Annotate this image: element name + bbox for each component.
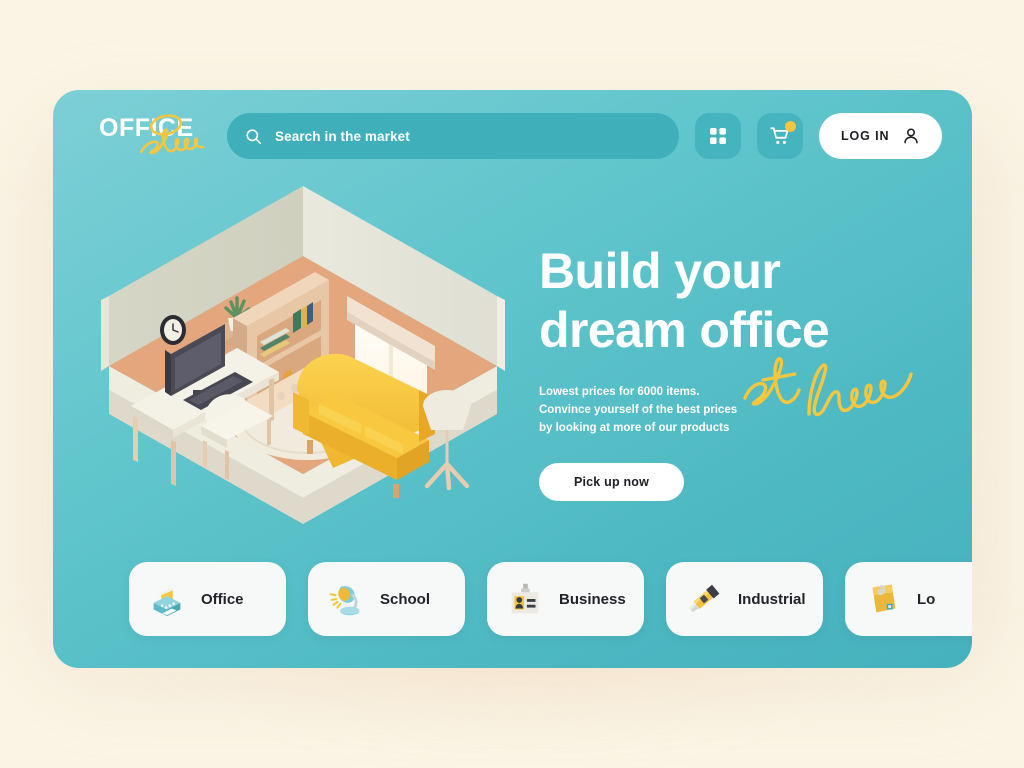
- fax-printer-icon: [145, 577, 189, 621]
- category-card-logistics[interactable]: Lo: [845, 562, 972, 636]
- hero-card: OFFICE Search in the market LOG IN Build…: [53, 90, 972, 668]
- hero-headline-line2: dream office: [539, 302, 830, 358]
- hero-subcopy-line3: by looking at more of our products: [539, 421, 730, 434]
- category-card-business[interactable]: Business: [487, 562, 644, 636]
- search-placeholder-text: Search in the market: [275, 128, 410, 144]
- hero-headline-line1: Build your: [539, 243, 781, 299]
- hero-subcopy-line2: Convince yourself of the best prices: [539, 403, 738, 416]
- pick-up-now-button[interactable]: Pick up now: [539, 463, 684, 502]
- site-logo[interactable]: OFFICE: [99, 108, 211, 164]
- user-person-icon: [904, 128, 919, 144]
- category-label: Office: [201, 590, 244, 608]
- id-badge-icon: [503, 577, 547, 621]
- category-label: Business: [559, 590, 626, 608]
- category-card-school[interactable]: School: [308, 562, 465, 636]
- logo-main-text: OFFICE: [99, 114, 194, 142]
- category-card-industrial[interactable]: Industrial: [666, 562, 823, 636]
- login-button-label: LOG IN: [841, 129, 890, 143]
- login-button[interactable]: LOG IN: [819, 113, 943, 159]
- isometric-home-office-illustration: [101, 186, 505, 524]
- grid-apps-button[interactable]: [695, 113, 741, 159]
- grid-apps-icon: [710, 128, 726, 144]
- hero-copy-block: Build your dream office Lowest prices fo…: [539, 242, 939, 502]
- search-input[interactable]: Search in the market: [227, 113, 679, 159]
- hero-subcopy: Lowest prices for 6000 items. Convince y…: [539, 384, 939, 437]
- cart-badge: [785, 121, 796, 132]
- yellow-folder-envelope-icon: [861, 577, 905, 621]
- pick-up-now-label: Pick up now: [573, 475, 650, 490]
- search-icon: [246, 128, 262, 144]
- category-card-office[interactable]: Office: [129, 562, 286, 636]
- box-cutter-icon: [682, 577, 726, 621]
- hero-headline: Build your dream office: [539, 242, 939, 360]
- category-label: School: [380, 590, 431, 608]
- hero-subcopy-line1: Lowest prices for 6000 items.: [539, 386, 700, 398]
- category-strip: Office School Business Industrial Lo: [129, 562, 972, 636]
- category-label: Lo: [917, 590, 936, 608]
- desk-lamp-icon: [324, 577, 368, 621]
- category-label: Industrial: [738, 590, 806, 608]
- shopping-cart-button[interactable]: [757, 113, 803, 159]
